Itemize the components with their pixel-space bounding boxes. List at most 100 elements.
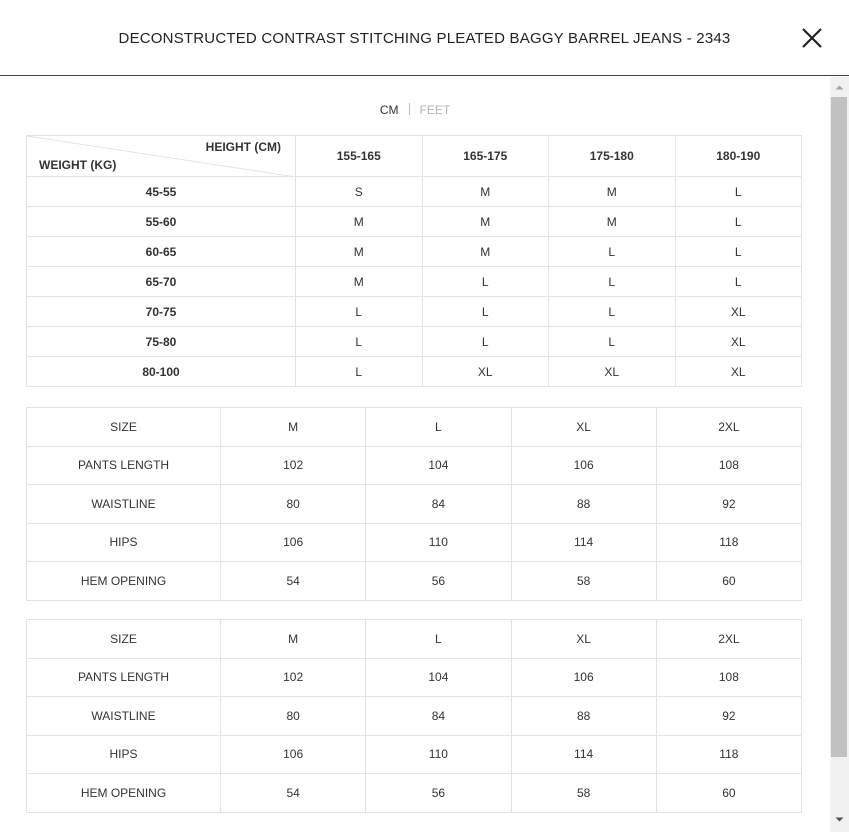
size-cell: L bbox=[548, 236, 676, 267]
modal-content: CM FEET HEIGHT (CM) WEIGHT (KG) 155-165 1… bbox=[0, 77, 830, 832]
measurement-value-cell: 118 bbox=[655, 522, 803, 562]
measurement-value-cell: 106 bbox=[219, 522, 367, 562]
scroll-thumb[interactable] bbox=[831, 97, 847, 757]
measurement-value-cell: 106 bbox=[510, 445, 657, 485]
scrollbar[interactable] bbox=[830, 77, 849, 832]
measurement-row: HEM OPENING 54 56 58 60 bbox=[26, 561, 803, 601]
measurement-value-cell: 88 bbox=[510, 696, 657, 736]
measurement-value-cell: 92 bbox=[655, 696, 803, 736]
modal-title: DECONSTRUCTED CONTRAST STITCHING PLEATED… bbox=[118, 30, 731, 47]
weight-range-cell: 70-75 bbox=[26, 296, 296, 327]
size-cell: XL bbox=[548, 356, 676, 387]
measurement-value-cell: M bbox=[219, 619, 367, 659]
measurement-value-cell: XL bbox=[510, 619, 657, 659]
size-cell: XL bbox=[674, 326, 802, 357]
size-cell: M bbox=[421, 176, 549, 207]
size-cell: XL bbox=[674, 296, 802, 327]
modal-header: DECONSTRUCTED CONTRAST STITCHING PLEATED… bbox=[0, 0, 849, 76]
size-cell: M bbox=[295, 266, 423, 297]
chart-row: 45-55 S M M L bbox=[26, 176, 802, 207]
measurement-value-cell: 108 bbox=[655, 657, 803, 697]
measurement-value-cell: 60 bbox=[655, 773, 803, 813]
measurement-label-cell: PANTS LENGTH bbox=[26, 657, 221, 697]
weight-axis-label: WEIGHT (KG) bbox=[39, 158, 117, 172]
measurement-value-cell: 54 bbox=[219, 773, 367, 813]
size-cell: M bbox=[295, 206, 423, 237]
measurement-label-cell: PANTS LENGTH bbox=[26, 445, 221, 485]
measurement-value-cell: L bbox=[365, 407, 512, 447]
measurement-value-cell: 110 bbox=[365, 522, 512, 562]
size-cell: L bbox=[674, 236, 802, 267]
measurement-value-cell: 60 bbox=[655, 561, 803, 601]
measurement-value-cell: 114 bbox=[510, 522, 657, 562]
size-cell: M bbox=[421, 236, 549, 267]
measurement-value-cell: 106 bbox=[219, 734, 367, 774]
height-weight-size-chart: HEIGHT (CM) WEIGHT (KG) 155-165 165-175 … bbox=[26, 135, 802, 387]
measurement-row: PANTS LENGTH 102 104 106 108 bbox=[26, 657, 803, 697]
measurement-value-cell: 58 bbox=[510, 561, 657, 601]
scroll-down-button[interactable] bbox=[830, 811, 849, 828]
measurement-value-cell: 106 bbox=[510, 657, 657, 697]
measurement-table: SIZE M L XL 2XL PANTS LENGTH 102 104 106 108 WAIST… bbox=[26, 619, 803, 813]
size-cell: M bbox=[548, 176, 676, 207]
measurement-label-cell: HEM OPENING bbox=[26, 773, 221, 813]
measurement-label-cell: HEM OPENING bbox=[26, 561, 221, 601]
measurement-label-cell: SIZE bbox=[26, 619, 221, 659]
measurement-label-cell: SIZE bbox=[26, 407, 221, 447]
size-cell: L bbox=[295, 326, 423, 357]
measurement-label-cell: WAISTLINE bbox=[26, 696, 221, 736]
chart-row: 55-60 M M M L bbox=[26, 206, 802, 237]
measurement-value-cell: 2XL bbox=[655, 407, 803, 447]
measurement-value-cell: 88 bbox=[510, 484, 657, 524]
unit-tabs: CM FEET bbox=[0, 103, 830, 117]
weight-range-cell: 60-65 bbox=[26, 236, 296, 267]
chart-row: 65-70 M L L L bbox=[26, 266, 802, 297]
chart-header-row: HEIGHT (CM) WEIGHT (KG) 155-165 165-175 … bbox=[26, 135, 802, 177]
size-cell: L bbox=[295, 296, 423, 327]
weight-range-cell: 80-100 bbox=[26, 356, 296, 387]
measurement-value-cell: 118 bbox=[655, 734, 803, 774]
weight-range-cell: 45-55 bbox=[26, 176, 296, 207]
weight-range-cell: 65-70 bbox=[26, 266, 296, 297]
measurement-value-cell: 80 bbox=[219, 484, 367, 524]
size-cell: XL bbox=[674, 356, 802, 387]
measurement-row: WAISTLINE 80 84 88 92 bbox=[26, 696, 803, 736]
measurement-value-cell: L bbox=[365, 619, 512, 659]
size-cell: L bbox=[674, 206, 802, 237]
measurement-value-cell: 102 bbox=[219, 445, 367, 485]
size-cell: L bbox=[548, 326, 676, 357]
measurement-value-cell: 104 bbox=[365, 445, 512, 485]
measurement-label-cell: WAISTLINE bbox=[26, 484, 221, 524]
height-range-header: 155-165 bbox=[295, 135, 423, 177]
measurement-value-cell: 114 bbox=[510, 734, 657, 774]
tab-feet[interactable]: FEET bbox=[410, 103, 461, 117]
size-cell: L bbox=[421, 296, 549, 327]
measurement-value-cell: 108 bbox=[655, 445, 803, 485]
size-cell: L bbox=[548, 266, 676, 297]
tab-cm[interactable]: CM bbox=[370, 103, 409, 117]
size-cell: XL bbox=[421, 356, 549, 387]
size-cell: L bbox=[295, 356, 423, 387]
chart-row: 70-75 L L L XL bbox=[26, 296, 802, 327]
chevron-down-icon bbox=[835, 817, 844, 822]
chart-row: 75-80 L L L XL bbox=[26, 326, 802, 357]
chart-row: 60-65 M M L L bbox=[26, 236, 802, 267]
close-icon bbox=[802, 28, 822, 48]
measurement-row: PANTS LENGTH 102 104 106 108 bbox=[26, 445, 803, 485]
weight-range-cell: 75-80 bbox=[26, 326, 296, 357]
measurement-value-cell: 102 bbox=[219, 657, 367, 697]
height-range-header: 165-175 bbox=[421, 135, 549, 177]
measurement-value-cell: XL bbox=[510, 407, 657, 447]
size-cell: L bbox=[674, 176, 802, 207]
weight-range-cell: 55-60 bbox=[26, 206, 296, 237]
size-cell: L bbox=[421, 326, 549, 357]
height-range-header: 180-190 bbox=[674, 135, 802, 177]
measurement-label-cell: HIPS bbox=[26, 734, 221, 774]
size-cell: M bbox=[295, 236, 423, 267]
scroll-up-button[interactable] bbox=[830, 79, 849, 96]
size-cell: L bbox=[548, 296, 676, 327]
measurement-value-cell: 84 bbox=[365, 696, 512, 736]
measurement-table: SIZE M L XL 2XL PANTS LENGTH 102 104 106 108 WAIST… bbox=[26, 407, 803, 601]
close-button[interactable] bbox=[800, 26, 824, 50]
height-range-header: 175-180 bbox=[548, 135, 676, 177]
